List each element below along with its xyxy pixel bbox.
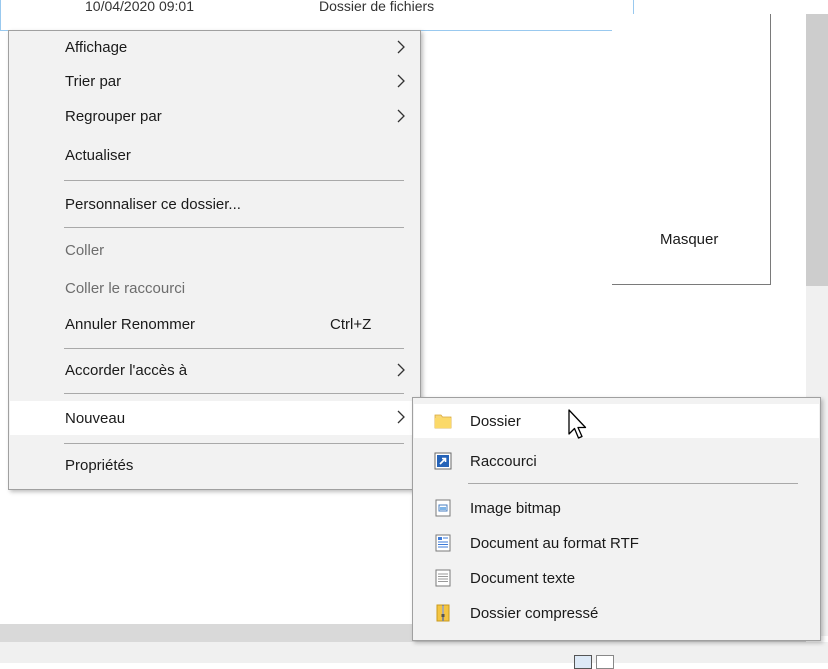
shortcut-icon bbox=[434, 452, 452, 470]
hide-pane-link[interactable]: Masquer bbox=[660, 231, 718, 248]
chevron-right-icon bbox=[397, 410, 405, 424]
menu-item-label: Coller bbox=[65, 241, 105, 259]
menu-item-coller-raccourci: Coller le raccourci bbox=[10, 272, 419, 304]
submenu-item-label: Raccourci bbox=[470, 452, 537, 470]
vertical-scrollbar-thumb[interactable] bbox=[806, 14, 828, 286]
submenu-item-label: Document texte bbox=[470, 569, 576, 587]
mouse-pointer-icon bbox=[568, 409, 587, 439]
menu-item-accorder-acces[interactable]: Accorder l'accès à bbox=[10, 354, 419, 386]
file-date: 10/04/2020 09:01 bbox=[85, 0, 194, 14]
menu-item-label: Personnaliser ce dossier... bbox=[65, 195, 241, 213]
submenu-item-raccourci[interactable]: Raccourci bbox=[414, 444, 819, 478]
chevron-right-icon bbox=[397, 40, 405, 54]
status-bar bbox=[0, 642, 828, 663]
menu-item-annuler-renommer[interactable]: Annuler Renommer Ctrl+Z bbox=[10, 308, 419, 340]
menu-item-label: Trier par bbox=[65, 72, 122, 90]
chevron-right-icon bbox=[397, 109, 405, 123]
menu-item-label: Propriétés bbox=[65, 456, 134, 474]
menu-item-label: Regrouper par bbox=[65, 107, 162, 125]
menu-item-label: Coller le raccourci bbox=[65, 279, 186, 297]
menu-item-label: Actualiser bbox=[65, 146, 131, 164]
menu-item-affichage[interactable]: Affichage bbox=[10, 31, 419, 63]
menu-item-label: Affichage bbox=[65, 38, 128, 56]
folder-icon bbox=[434, 414, 452, 429]
menu-item-shortcut: Ctrl+Z bbox=[330, 315, 372, 333]
file-type: Dossier de fichiers bbox=[319, 0, 435, 14]
submenu-item-label: Image bitmap bbox=[470, 499, 561, 517]
zip-folder-icon bbox=[436, 604, 450, 622]
menu-item-trier-par[interactable]: Trier par bbox=[10, 65, 419, 97]
menu-separator bbox=[64, 443, 404, 444]
large-icons-view-icon[interactable] bbox=[596, 655, 614, 669]
new-submenu: Dossier Raccourci Image bitmap Document … bbox=[412, 397, 821, 641]
menu-separator bbox=[64, 348, 404, 349]
text-document-icon bbox=[435, 569, 451, 587]
context-menu: Affichage Trier par Regrouper par Actual… bbox=[8, 30, 421, 490]
menu-item-nouveau[interactable]: Nouveau bbox=[10, 401, 419, 435]
submenu-item-label: Dossier bbox=[470, 412, 521, 430]
file-row[interactable]: 10/04/2020 09:01 Dossier de fichiers bbox=[0, 0, 634, 31]
menu-item-regrouper-par[interactable]: Regrouper par bbox=[10, 100, 419, 132]
chevron-right-icon bbox=[397, 74, 405, 88]
submenu-item-image-bitmap[interactable]: Image bitmap bbox=[414, 491, 819, 525]
submenu-item-document-rtf[interactable]: Document au format RTF bbox=[414, 526, 819, 560]
menu-item-label: Nouveau bbox=[65, 409, 126, 427]
menu-separator bbox=[64, 227, 404, 228]
submenu-item-dossier[interactable]: Dossier bbox=[414, 404, 819, 438]
menu-item-label: Annuler Renommer bbox=[65, 315, 196, 333]
bitmap-icon bbox=[435, 499, 451, 517]
submenu-item-label: Dossier compressé bbox=[470, 604, 599, 622]
menu-item-label: Accorder l'accès à bbox=[65, 361, 188, 379]
submenu-item-dossier-compresse[interactable]: Dossier compressé bbox=[414, 596, 819, 630]
submenu-separator bbox=[468, 483, 798, 484]
menu-separator bbox=[64, 393, 404, 394]
chevron-right-icon bbox=[397, 363, 405, 377]
submenu-item-document-texte[interactable]: Document texte bbox=[414, 561, 819, 595]
rtf-document-icon bbox=[435, 534, 451, 552]
menu-item-proprietes[interactable]: Propriétés bbox=[10, 449, 419, 481]
menu-item-personnaliser[interactable]: Personnaliser ce dossier... bbox=[10, 188, 419, 220]
menu-item-actualiser[interactable]: Actualiser bbox=[10, 139, 419, 171]
menu-item-coller: Coller bbox=[10, 234, 419, 266]
details-view-icon[interactable] bbox=[574, 655, 592, 669]
menu-separator bbox=[64, 180, 404, 181]
submenu-item-label: Document au format RTF bbox=[470, 534, 639, 552]
